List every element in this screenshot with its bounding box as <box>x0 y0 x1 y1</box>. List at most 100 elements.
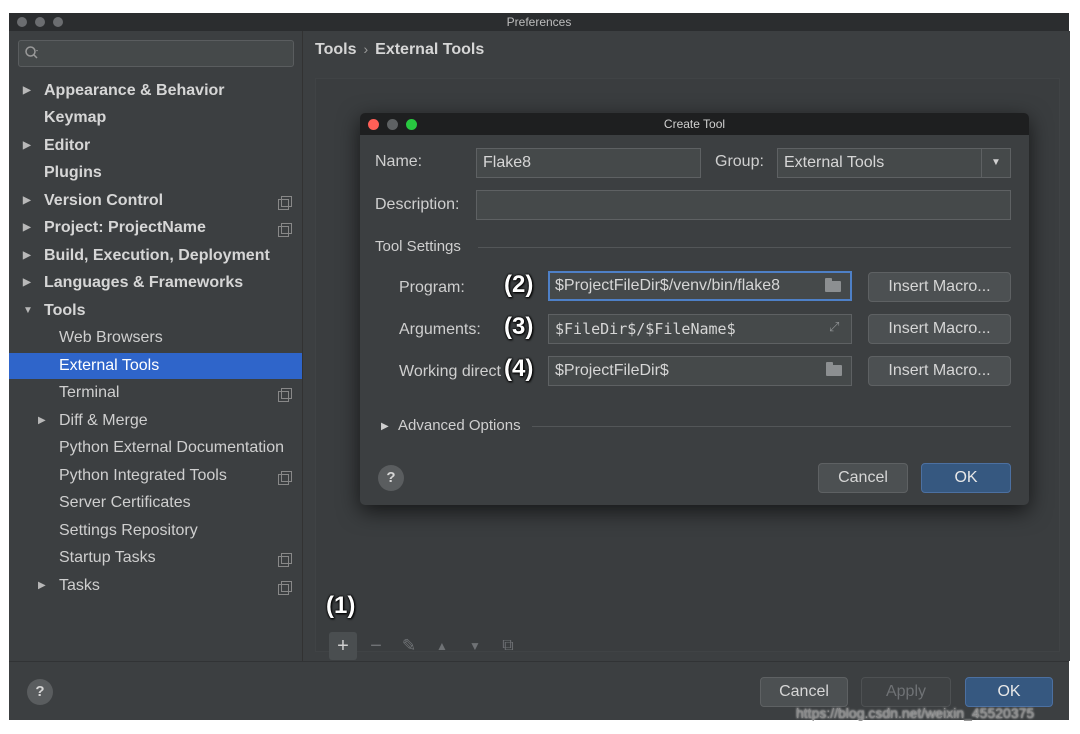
sidebar-item-python-external-documentation[interactable]: Python External Documentation <box>9 435 302 461</box>
program-label: Program: <box>399 279 465 296</box>
sidebar-item-label: Build, Execution, Deployment <box>44 247 270 264</box>
dialog-help-button[interactable]: ? <box>378 465 404 491</box>
expand-arrow-icon[interactable]: ▶ <box>38 573 50 599</box>
settings-search-input[interactable] <box>18 40 294 67</box>
dialog-zoom-button[interactable] <box>406 119 417 130</box>
expand-arrow-icon[interactable]: ▶ <box>23 215 35 241</box>
working-directory-field[interactable]: $ProjectFileDir$ <box>548 356 852 386</box>
edit-tool-button[interactable]: ✎ <box>395 632 423 660</box>
help-button[interactable]: ? <box>27 679 53 705</box>
sidebar-item-languages-frameworks[interactable]: ▶ Languages & Frameworks <box>9 270 302 296</box>
sidebar-item-tasks[interactable]: ▶ Tasks <box>9 573 302 599</box>
apply-button[interactable]: Apply <box>861 677 951 707</box>
sidebar-item-label: Editor <box>44 137 91 154</box>
sidebar-item-label: Terminal <box>59 384 120 401</box>
ok-button[interactable]: OK <box>965 677 1053 707</box>
breadcrumb-separator: › <box>363 41 369 57</box>
program-field[interactable]: $ProjectFileDir$/venv/bin/flake8 <box>548 271 852 301</box>
sidebar-item-server-certificates[interactable]: Server Certificates <box>9 490 302 516</box>
working-directory-label: Working direct <box>399 363 501 380</box>
sidebar-item-editor[interactable]: ▶ Editor <box>9 133 302 159</box>
expand-arrow-icon[interactable]: ▶ <box>23 78 35 104</box>
expand-arrow-icon[interactable]: ▶ <box>38 408 50 434</box>
sidebar-item-label: Settings Repository <box>59 522 198 539</box>
working-directory-insert-macro-button[interactable]: Insert Macro... <box>868 356 1011 386</box>
breadcrumb-root[interactable]: Tools <box>315 41 356 58</box>
sidebar-item-label: Web Browsers <box>59 329 163 346</box>
group-value: External Tools <box>784 154 885 171</box>
sidebar-item-label: Python External Documentation <box>59 439 285 456</box>
expand-icon[interactable]: ⤢ <box>829 321 843 335</box>
dialog-title-bar: Create Tool <box>360 113 1029 135</box>
cancel-button[interactable]: Cancel <box>760 677 848 707</box>
sidebar-item-external-tools[interactable]: External Tools <box>9 353 302 379</box>
group-combobox[interactable]: External Tools ▼ <box>777 148 1011 178</box>
expand-arrow-icon[interactable]: ▶ <box>23 188 35 214</box>
add-tool-button[interactable]: + <box>329 632 357 660</box>
folder-icon[interactable] <box>826 362 842 376</box>
search-icon <box>25 46 38 59</box>
project-settings-icon <box>278 388 292 402</box>
move-down-button[interactable]: ▼ <box>461 632 489 660</box>
folder-icon[interactable] <box>825 278 841 292</box>
sidebar-item-label: Diff & Merge <box>59 412 148 429</box>
close-window-button[interactable] <box>17 17 27 27</box>
sidebar-item-plugins[interactable]: Plugins <box>9 160 302 186</box>
arguments-field[interactable]: $FileDir$/$FileName$ ⤢ <box>548 314 852 344</box>
sidebar-item-label: Plugins <box>44 164 102 181</box>
dialog-cancel-button[interactable]: Cancel <box>818 463 908 493</box>
program-insert-macro-button[interactable]: Insert Macro... <box>868 272 1011 302</box>
sidebar-item-label: Startup Tasks <box>59 549 156 566</box>
sidebar-item-settings-repository[interactable]: Settings Repository <box>9 518 302 544</box>
dialog-title: Create Tool <box>663 117 726 131</box>
description-field[interactable] <box>476 190 1011 220</box>
sidebar-item-label: Appearance & Behavior <box>44 82 225 99</box>
project-settings-icon <box>278 223 292 237</box>
annotation-step-2: (2) <box>504 271 534 298</box>
window-title-bar: Preferences <box>9 13 1069 31</box>
chevron-down-icon[interactable]: ▼ <box>981 149 1010 177</box>
sidebar-item-startup-tasks[interactable]: Startup Tasks <box>9 545 302 571</box>
annotation-step-1: (1) <box>326 592 356 619</box>
breadcrumb: Tools › External Tools <box>315 41 484 59</box>
collapse-arrow-icon[interactable]: ▼ <box>23 298 35 324</box>
sidebar-item-python-integrated-tools[interactable]: Python Integrated Tools <box>9 463 302 489</box>
project-settings-icon <box>278 553 292 567</box>
create-tool-dialog: Create Tool Name: Flake8 Group: External… <box>360 113 1029 505</box>
sidebar-item-project[interactable]: ▶ Project: ProjectName <box>9 215 302 241</box>
expand-arrow-icon[interactable]: ▶ <box>23 243 35 269</box>
sidebar-item-label: Server Certificates <box>59 494 191 511</box>
sidebar-item-build-execution-deployment[interactable]: ▶ Build, Execution, Deployment <box>9 243 302 269</box>
project-settings-icon <box>278 471 292 485</box>
sidebar-item-appearance-behavior[interactable]: ▶ Appearance & Behavior <box>9 78 302 104</box>
minimize-window-button[interactable] <box>35 17 45 27</box>
move-up-button[interactable]: ▲ <box>428 632 456 660</box>
sidebar-item-keymap[interactable]: Keymap <box>9 105 302 131</box>
dialog-minimize-button[interactable] <box>387 119 398 130</box>
expand-arrow-icon[interactable]: ▶ <box>381 421 389 432</box>
sidebar-item-terminal[interactable]: Terminal <box>9 380 302 406</box>
sidebar-item-label: Languages & Frameworks <box>44 274 244 291</box>
description-label: Description: <box>375 196 460 213</box>
annotation-step-4: (4) <box>504 355 534 382</box>
expand-arrow-icon[interactable]: ▶ <box>23 133 35 159</box>
dialog-ok-button[interactable]: OK <box>921 463 1011 493</box>
sidebar-item-version-control[interactable]: ▶ Version Control <box>9 188 302 214</box>
dialog-close-button[interactable] <box>368 119 379 130</box>
copy-tool-button[interactable]: ⧉ <box>494 632 522 660</box>
remove-tool-button[interactable]: − <box>362 632 390 660</box>
sidebar-item-tools[interactable]: ▼ Tools <box>9 298 302 324</box>
sidebar-item-label: External Tools <box>59 357 160 374</box>
sidebar-item-diff-merge[interactable]: ▶ Diff & Merge <box>9 408 302 434</box>
program-value: $ProjectFileDir$/venv/bin/flake8 <box>555 277 780 294</box>
arguments-insert-macro-button[interactable]: Insert Macro... <box>868 314 1011 344</box>
expand-arrow-icon[interactable]: ▶ <box>23 270 35 296</box>
name-field[interactable]: Flake8 <box>476 148 701 178</box>
watermark-text: https://blog.csdn.net/weixin_45520375 <box>796 705 1035 721</box>
sidebar-item-web-browsers[interactable]: Web Browsers <box>9 325 302 351</box>
zoom-window-button[interactable] <box>53 17 63 27</box>
breadcrumb-current: External Tools <box>375 41 485 58</box>
project-settings-icon <box>278 581 292 595</box>
advanced-options-toggle[interactable]: Advanced Options <box>398 417 521 434</box>
sidebar-item-label: Version Control <box>44 192 164 209</box>
